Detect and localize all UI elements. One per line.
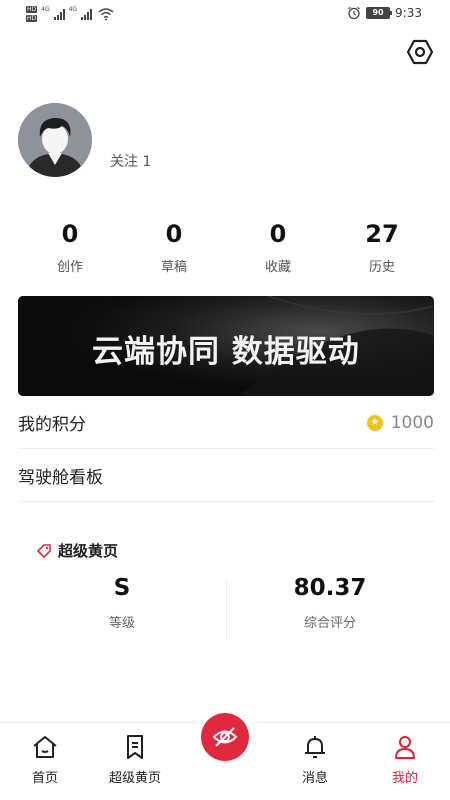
promo-banner[interactable]: 云端协同 数据驱动 (18, 296, 434, 396)
score-label: 综合评分 (303, 616, 356, 631)
network-label-2: 4G (68, 6, 78, 13)
avatar[interactable] (18, 103, 92, 177)
tag-icon (37, 543, 51, 558)
bottom-nav: 首页 超级黄页 消息 我的 (0, 705, 450, 800)
nav-mine-label: 我的 (391, 771, 418, 786)
status-bar: HD HD 4G 4G 90 9:33 (0, 0, 450, 30)
my-points-label: 我的积分 (18, 415, 86, 435)
grade-metric: S 等级 (18, 572, 226, 642)
stat-label: 创作 (56, 260, 83, 275)
stat-label: 草稿 (160, 260, 187, 275)
nav-messages-label: 消息 (301, 771, 328, 786)
nav-home-label: 首页 (31, 771, 58, 786)
nav-home[interactable]: 首页 (0, 733, 90, 786)
center-action-button[interactable] (201, 713, 249, 761)
nav-mine[interactable]: 我的 (360, 733, 450, 786)
stat-creations[interactable]: 0 创作 (18, 218, 122, 275)
hexagon-settings-icon[interactable] (406, 38, 434, 66)
super-yellow-pages-header: 超级黄页 (36, 540, 118, 561)
bell-icon (305, 736, 325, 758)
user-avatar-icon (18, 103, 92, 177)
stat-value: 27 (365, 220, 399, 248)
nav-yellow-pages[interactable]: 超级黄页 (90, 733, 180, 786)
stat-label: 收藏 (264, 260, 291, 275)
score-value: 80.37 (293, 575, 367, 601)
metric-divider (226, 580, 227, 640)
grade-label: 等级 (108, 616, 135, 631)
stat-value: 0 (269, 220, 287, 248)
status-bar-right: 90 9:33 (347, 6, 422, 20)
battery-icon: 90 (366, 7, 393, 19)
follow-count[interactable]: 关注 1 (110, 151, 151, 171)
status-bar-left: HD HD 4G 4G (26, 6, 114, 22)
stat-label: 历史 (368, 260, 395, 275)
super-yellow-pages-title: 超级黄页 (58, 542, 119, 560)
super-yellow-pages-metrics[interactable]: S 等级 80.37 综合评分 (18, 572, 434, 642)
points-value: 1000 (390, 412, 434, 433)
home-icon (33, 736, 57, 758)
score-metric: 80.37 综合评分 (226, 572, 434, 642)
signal-icon-2 (81, 8, 93, 20)
banner-text: 云端协同 数据驱动 (92, 334, 360, 370)
my-points-row[interactable]: 我的积分 ★ 1000 (18, 397, 434, 449)
points-display: ★ 1000 (366, 412, 434, 433)
coin-star-icon: ★ (366, 414, 383, 431)
alarm-icon (348, 6, 360, 20)
nav-yellow-pages-label: 超级黄页 (108, 771, 161, 786)
network-label-1: 4G (41, 6, 50, 13)
eye-hidden-icon (212, 727, 238, 747)
stat-drafts[interactable]: 0 草稿 (122, 218, 226, 275)
profile-stats: 0 创作 0 草稿 0 收藏 27 历史 (0, 218, 450, 275)
grade-value: S (113, 575, 131, 601)
stat-value: 0 (165, 220, 183, 248)
bookmark-icon (127, 735, 143, 759)
clock: 9:33 (395, 6, 422, 20)
dashboard-label: 驾驶舱看板 (18, 468, 103, 488)
stat-value: 0 (61, 220, 79, 248)
signal-icon (53, 8, 65, 20)
nav-messages[interactable]: 消息 (270, 733, 360, 786)
dashboard-row[interactable]: 驾驶舱看板 (18, 450, 434, 502)
stat-history[interactable]: 27 历史 (330, 218, 434, 275)
wifi-icon (98, 8, 114, 21)
hd-icon: HD HD (26, 6, 38, 22)
user-icon (395, 736, 415, 759)
stat-favorites[interactable]: 0 收藏 (226, 218, 330, 275)
